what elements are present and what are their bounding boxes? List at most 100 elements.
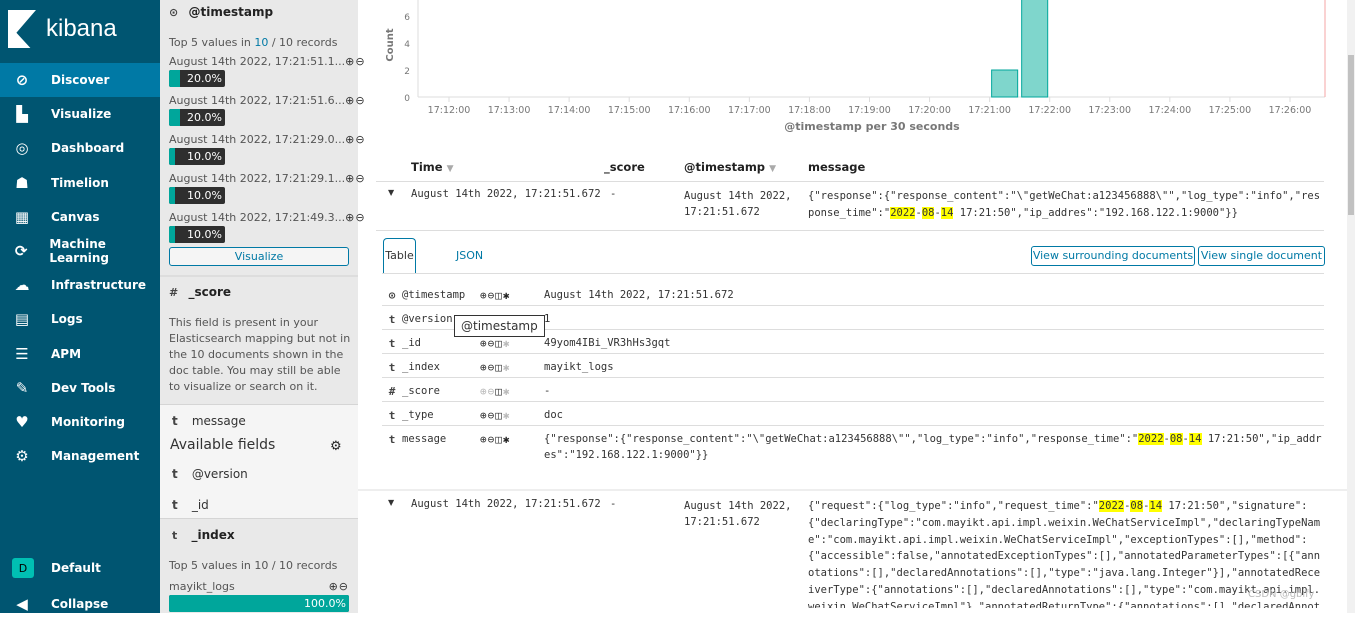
scrollbar-thumb[interactable] <box>1348 55 1354 215</box>
filter-for-value-icon[interactable]: ⊕ <box>480 289 488 302</box>
top-value-item: August 14th 2022, 17:21:51.6... ⊕⊖ 20.0% <box>169 94 365 126</box>
y-tick-label: 0 <box>404 94 410 104</box>
canvas-icon: ▦ <box>14 207 30 226</box>
nav-item-management[interactable]: ⚙ Management <box>0 439 160 473</box>
filter-exists-icon[interactable]: ✱ <box>503 433 511 446</box>
detail-actions[interactable]: ⊕⊖◫✱ <box>480 337 544 350</box>
space-label: Default <box>51 561 101 575</box>
sort-caret-icon[interactable]: ▼ <box>769 164 776 174</box>
field-type-icon: t <box>388 361 396 374</box>
filter-for-value-icon[interactable]: ⊕ <box>480 409 488 422</box>
sort-caret-icon[interactable]: ▼ <box>447 164 454 174</box>
nav-item-logs[interactable]: ▤ Logs <box>0 302 160 336</box>
toggle-column-icon[interactable]: ◫ <box>495 361 503 374</box>
filter-exists-icon[interactable]: ✱ <box>503 289 511 302</box>
toggle-column-icon[interactable]: ◫ <box>495 289 503 302</box>
bar-chart-icon: ▙ <box>16 105 28 124</box>
available-fields-title: Available fields <box>170 437 276 453</box>
nav-item-visualize[interactable]: ▙ Visualize <box>0 97 160 131</box>
nav-item-discover[interactable]: ⊘ Discover <box>0 63 160 97</box>
space-selector[interactable]: D Default <box>0 551 160 585</box>
selected-field-message[interactable]: t message <box>172 414 246 428</box>
field-index[interactable]: t _index <box>172 528 235 542</box>
view-surrounding-documents-link[interactable]: View surrounding documents <box>1031 246 1195 266</box>
filter-for-value-icon[interactable]: ⊕ <box>480 337 488 350</box>
visualize-button[interactable]: Visualize <box>169 247 349 266</box>
nav-item-timelion[interactable]: ☗ Timelion <box>0 166 160 200</box>
detail-value: {"response":{"response_content":"\"getWe… <box>544 433 1322 461</box>
filter-for-value-icon[interactable]: ⊕ <box>480 361 488 374</box>
nav-item-dev-tools[interactable]: ✎ Dev Tools <box>0 371 160 405</box>
field-type-icon: t <box>388 313 396 326</box>
field-score[interactable]: # _score <box>169 285 231 299</box>
field-summary: Top 5 values in 10 / 10 records <box>169 36 337 49</box>
toggle-column-icon[interactable]: ◫ <box>495 409 503 422</box>
nav-item-infrastructure[interactable]: ☁ Infrastructure <box>0 268 160 302</box>
string-type-icon: t <box>172 467 178 481</box>
filter-for-value-icon[interactable]: ⊕ <box>480 433 488 446</box>
nav-item-dashboard[interactable]: ◎ Dashboard <box>0 131 160 165</box>
detail-field-name: @timestamp <box>402 289 466 301</box>
detail-actions[interactable]: ⊕⊖◫✱ <box>480 289 544 302</box>
percent-label: 20.0% <box>187 72 222 85</box>
detail-value: doc <box>544 409 563 421</box>
filter-exists-icon[interactable]: ✱ <box>503 361 511 374</box>
column-header-score[interactable]: _score <box>604 160 645 174</box>
toggle-column-icon[interactable]: ◫ <box>495 433 503 446</box>
value-percent-bar: 100.0% <box>169 595 349 612</box>
detail-actions[interactable]: ⊕⊖◫✱ <box>480 433 544 446</box>
available-field-version[interactable]: t @version <box>172 467 248 481</box>
value-percent-bar: 10.0% <box>169 148 225 165</box>
kibana-logo-icon <box>8 10 36 48</box>
filter-zoom-icons[interactable]: ⊕⊖ <box>329 580 349 593</box>
histogram-bar[interactable] <box>1021 0 1049 98</box>
index-top-value: mayikt_logs ⊕⊖ 100.0% <box>169 580 349 612</box>
detail-field-name: message <box>402 433 447 445</box>
filter-exists-icon[interactable]: ✱ <box>503 385 511 398</box>
detail-actions[interactable]: ⊕⊖◫✱ <box>480 385 544 398</box>
nav-item-label: Canvas <box>51 209 100 224</box>
collapse-button[interactable]: ◀ Collapse <box>0 587 160 621</box>
detail-value: mayikt_logs <box>544 361 614 373</box>
vertical-scrollbar[interactable] <box>1347 0 1355 613</box>
filter-exists-icon[interactable]: ✱ <box>503 337 511 350</box>
x-tick-label: 17:26:00 <box>1269 105 1312 116</box>
column-header-time[interactable]: Time ▼ <box>411 160 454 174</box>
tab-table[interactable]: Table <box>383 238 416 274</box>
column-header-timestamp[interactable]: @timestamp ▼ <box>684 160 776 174</box>
nav-item-label: Monitoring <box>51 415 125 429</box>
timestamp-time: 17:21:51.672 <box>684 516 760 528</box>
detail-row-_score: # _score ⊕⊖◫✱ - <box>382 378 1324 402</box>
nav-item-machine-learning[interactable]: ⟳ Machine Learning <box>0 234 160 268</box>
tab-json[interactable]: JSON <box>456 249 483 262</box>
filter-for-value-icon[interactable]: ⊕ <box>480 385 488 398</box>
toggle-column-icon[interactable]: ◫ <box>495 337 503 350</box>
histogram-bar[interactable] <box>991 69 1019 98</box>
summary-link[interactable]: 10 <box>254 36 268 49</box>
filter-exists-icon[interactable]: ✱ <box>503 409 511 422</box>
available-field-id[interactable]: t _id <box>172 498 209 512</box>
view-single-document-link[interactable]: View single document <box>1198 246 1325 266</box>
toggle-column-icon[interactable]: ◫ <box>495 385 503 398</box>
value-percent-bar: 20.0% <box>169 109 225 126</box>
kibana-logo[interactable]: kibana <box>8 10 117 48</box>
collapse-label: Collapse <box>51 597 109 611</box>
timestamp-date: August 14th 2022, <box>684 500 792 512</box>
dashboard-icon: ◎ <box>15 139 29 158</box>
clock-icon: ⊙ <box>169 6 179 19</box>
nav-item-canvas[interactable]: ▦ Canvas <box>0 200 160 234</box>
field-settings-gear-icon[interactable]: ⚙ <box>330 439 342 454</box>
x-tick-label: 17:12:00 <box>428 105 471 116</box>
field-timestamp[interactable]: ⊙ @timestamp <box>169 5 273 19</box>
expand-caret-icon[interactable]: ▼ <box>388 188 394 197</box>
nav-item-monitoring[interactable]: ♥ Monitoring <box>0 405 160 439</box>
nav-item-apm[interactable]: ☰ APM <box>0 337 160 371</box>
detail-actions[interactable]: ⊕⊖◫✱ <box>480 409 544 422</box>
field-name: @timestamp <box>188 5 274 19</box>
x-tick-label: 17:13:00 <box>488 105 531 116</box>
value-percent-bar: 10.0% <box>169 187 225 204</box>
expand-caret-icon[interactable]: ▼ <box>388 498 394 507</box>
detail-actions[interactable]: ⊕⊖◫✱ <box>480 361 544 374</box>
value-label: mayikt_logs <box>169 580 235 593</box>
histogram-chart[interactable]: 0 2 4 6 17:12:00 17:13:00 17:14:00 17:15:00 17:1… <box>358 0 1347 140</box>
